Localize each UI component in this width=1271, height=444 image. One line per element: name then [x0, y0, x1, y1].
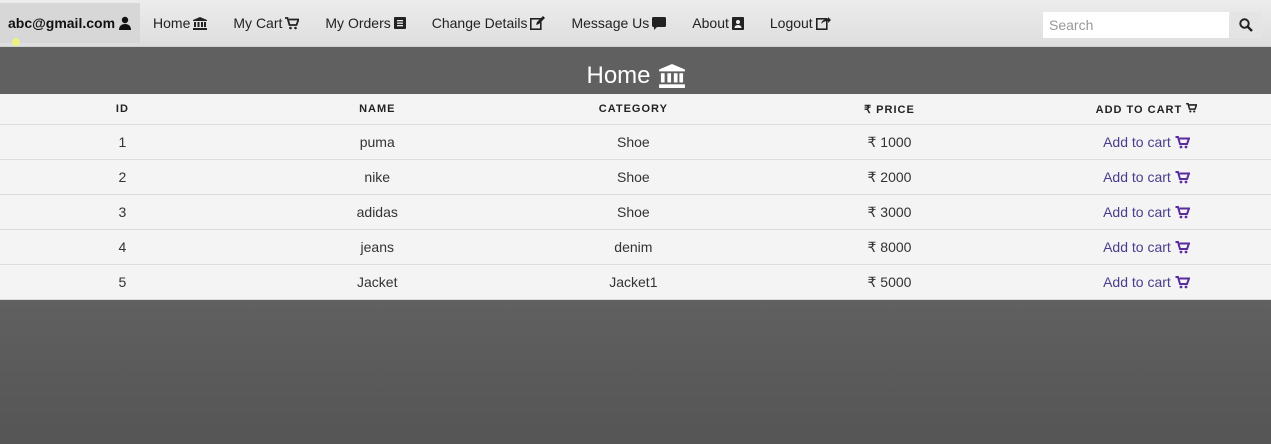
cell-add-to-cart: Add to cart	[1021, 159, 1271, 195]
price-value: 1000	[880, 133, 912, 150]
cart-icon	[1175, 240, 1190, 253]
nav-message-us-label: Message Us	[571, 15, 650, 31]
header-price: ₹ PRICE	[757, 94, 1022, 125]
page-title-text: Home	[586, 62, 651, 89]
add-to-cart-link[interactable]: Add to cart	[1103, 134, 1190, 150]
nav-change-details-label: Change Details	[431, 15, 528, 31]
add-to-cart-label: Add to cart	[1103, 134, 1171, 150]
cart-icon	[1175, 170, 1190, 183]
cell-name: puma	[244, 124, 510, 160]
navbar: abc@gmail.com Home My Cart My Orders Cha…	[0, 0, 1271, 47]
products-table: ID NAME CATEGORY ₹ PRICE ADD TO CART 1 pu…	[0, 94, 1271, 300]
nav-my-orders[interactable]: My Orders	[312, 0, 418, 46]
cell-price: ₹ 3000	[757, 194, 1022, 230]
orders-icon	[393, 17, 406, 29]
price-value: 8000	[880, 238, 912, 255]
cell-category: Shoe	[509, 124, 758, 160]
nav-message-us[interactable]: Message Us	[558, 0, 679, 46]
cell-category: Shoe	[509, 194, 758, 230]
header-add-to-cart: ADD TO CART	[1021, 94, 1271, 125]
cell-price: ₹ 5000	[757, 264, 1022, 300]
user-email: abc@gmail.com	[8, 15, 116, 31]
cart-icon	[1186, 102, 1198, 113]
cell-id: 1	[0, 124, 245, 160]
nav-logout[interactable]: Logout	[757, 0, 844, 46]
nav-home-label: Home	[153, 15, 191, 31]
add-to-cart-link[interactable]: Add to cart	[1103, 274, 1190, 290]
table-row: 5 Jacket Jacket1 ₹ 5000 Add to cart	[0, 264, 1271, 300]
cell-category: Jacket1	[509, 264, 758, 300]
cell-id: 2	[0, 159, 245, 195]
nav-about[interactable]: About	[679, 0, 757, 46]
add-to-cart-label: Add to cart	[1103, 239, 1171, 255]
price-value: 3000	[880, 203, 912, 220]
cell-price: ₹ 2000	[757, 159, 1022, 195]
cell-id: 4	[0, 229, 245, 265]
nav-logout-label: Logout	[769, 15, 813, 31]
nav-about-label: About	[692, 15, 729, 31]
search-button[interactable]	[1231, 12, 1261, 38]
header-price-label: PRICE	[876, 103, 915, 116]
add-to-cart-link[interactable]: Add to cart	[1103, 169, 1190, 185]
rupee-icon: ₹	[867, 203, 877, 220]
table-row: 1 puma Shoe ₹ 1000 Add to cart	[0, 124, 1271, 160]
bank-icon	[658, 64, 685, 88]
cell-category: denim	[509, 229, 758, 265]
header-category: CATEGORY	[509, 94, 758, 125]
header-name: NAME	[244, 94, 510, 125]
bank-icon	[193, 16, 208, 30]
cell-name: jeans	[244, 229, 510, 265]
add-to-cart-label: Add to cart	[1103, 274, 1171, 290]
price-value: 5000	[880, 273, 912, 290]
cell-name: nike	[244, 159, 510, 195]
table-row: 2 nike Shoe ₹ 2000 Add to cart	[0, 159, 1271, 195]
nav-my-cart-label: My Cart	[233, 15, 283, 31]
rupee-icon: ₹	[867, 133, 877, 150]
add-to-cart-label: Add to cart	[1103, 204, 1171, 220]
cell-add-to-cart: Add to cart	[1021, 229, 1271, 265]
message-icon	[652, 16, 667, 30]
cell-name: Jacket	[244, 264, 510, 300]
cell-price: ₹ 1000	[757, 124, 1022, 160]
rupee-icon: ₹	[867, 238, 877, 255]
cell-name: adidas	[244, 194, 510, 230]
edit-icon	[530, 16, 546, 30]
table-row: 4 jeans denim ₹ 8000 Add to cart	[0, 229, 1271, 265]
cell-price: ₹ 8000	[757, 229, 1022, 265]
nav-change-details[interactable]: Change Details	[419, 0, 559, 46]
cell-add-to-cart: Add to cart	[1021, 124, 1271, 160]
nav-my-orders-label: My Orders	[325, 15, 391, 31]
page-title: Home	[0, 62, 1271, 90]
table-row: 3 adidas Shoe ₹ 3000 Add to cart	[0, 194, 1271, 230]
rupee-icon: ₹	[864, 103, 873, 116]
search-input[interactable]	[1043, 12, 1229, 38]
user-account[interactable]: abc@gmail.com	[0, 3, 141, 43]
cart-icon	[1175, 135, 1190, 148]
cart-icon	[285, 16, 300, 29]
cell-add-to-cart: Add to cart	[1021, 194, 1271, 230]
rupee-icon: ₹	[867, 273, 877, 290]
cell-id: 3	[0, 194, 245, 230]
add-to-cart-link[interactable]: Add to cart	[1103, 239, 1190, 255]
search-icon	[1239, 18, 1253, 32]
add-to-cart-label: Add to cart	[1103, 169, 1171, 185]
contact-card-icon	[731, 16, 744, 30]
rupee-icon: ₹	[867, 168, 877, 185]
cell-id: 5	[0, 264, 245, 300]
add-to-cart-link[interactable]: Add to cart	[1103, 204, 1190, 220]
table-header-row: ID NAME CATEGORY ₹ PRICE ADD TO CART	[0, 94, 1271, 125]
nav-home[interactable]: Home	[140, 0, 220, 46]
logout-icon	[815, 17, 831, 30]
header-id: ID	[0, 94, 245, 125]
cart-icon	[1175, 205, 1190, 218]
cart-icon	[1175, 275, 1190, 288]
nav-my-cart[interactable]: My Cart	[220, 0, 312, 46]
price-value: 2000	[880, 168, 912, 185]
cell-add-to-cart: Add to cart	[1021, 264, 1271, 300]
user-icon	[119, 16, 132, 30]
header-add-to-cart-label: ADD TO CART	[1095, 103, 1183, 116]
mouse-cursor-highlight	[12, 38, 20, 46]
cell-category: Shoe	[509, 159, 758, 195]
